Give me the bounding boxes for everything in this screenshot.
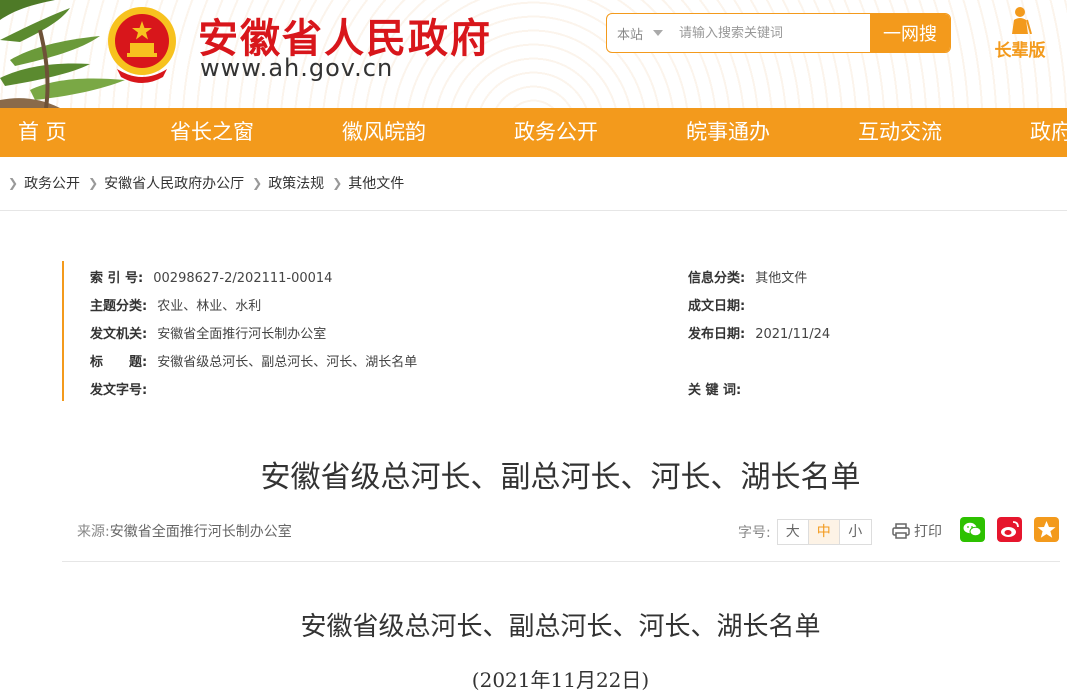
info-issuer: 发文机关: 安徽省全面推行河长制办公室 xyxy=(90,327,327,342)
search-scope-label: 本站 xyxy=(617,27,644,43)
nav-item-home[interactable]: 首 页 xyxy=(18,108,67,157)
breadcrumb: ❯ 政务公开 ❯ 安徽省人民政府办公厅 ❯ 政策法规 ❯ 其他文件 xyxy=(0,168,404,198)
font-size-medium-button[interactable]: 中 xyxy=(808,520,840,544)
divider xyxy=(62,561,1060,562)
info-doc-no: 发文字号: xyxy=(90,383,148,398)
chevron-right-icon: ❯ xyxy=(332,176,343,190)
chevron-right-icon: ❯ xyxy=(252,176,263,190)
document-info-box: 索 引 号: 00298627-2/202111-00014 主题分类: 农业、林业… xyxy=(62,261,1022,401)
nav-item-government[interactable]: 政府 xyxy=(1030,108,1067,157)
print-label: 打印 xyxy=(914,524,942,540)
article-title-wrap: 安徽省级总河长、副总河长、河长、湖长名单 xyxy=(0,452,1067,496)
breadcrumb-item[interactable]: 其他文件 xyxy=(348,173,404,193)
breadcrumb-item[interactable]: 政策法规 xyxy=(268,173,324,193)
search-button[interactable]: 一网搜 xyxy=(870,14,950,52)
info-publish-date: 发布日期: 2021/11/24 xyxy=(688,327,831,342)
info-index-no: 索 引 号: 00298627-2/202111-00014 xyxy=(90,271,333,286)
search-bar: 本站 一网搜 xyxy=(606,13,951,53)
article-source: 来源:安徽省全面推行河长制办公室 xyxy=(77,524,292,540)
favorite-button[interactable] xyxy=(1034,517,1059,542)
main-nav: 首 页 省长之窗 徽风皖韵 政务公开 皖事通办 互动交流 政府 xyxy=(0,108,1067,157)
elder-mode-label: 长辈版 xyxy=(994,41,1046,61)
nav-item-services[interactable]: 皖事通办 xyxy=(686,108,770,157)
wechat-icon xyxy=(963,522,982,537)
chevron-right-icon: ❯ xyxy=(88,176,99,190)
wechat-share-button[interactable] xyxy=(960,517,985,542)
info-title: 标 题: 安徽省级总河长、副总河长、河长、湖长名单 xyxy=(90,355,418,370)
breadcrumb-item[interactable]: 政务公开 xyxy=(24,173,80,193)
chevron-down-icon xyxy=(653,30,664,36)
font-size-control: 字号: 大 中 小 xyxy=(738,519,872,545)
nav-item-governor[interactable]: 省长之窗 xyxy=(170,108,254,157)
site-header: 安徽省人民政府 www.ah.gov.cn 本站 一网搜 长辈版 xyxy=(0,0,1067,108)
weibo-icon xyxy=(1001,521,1019,537)
print-button[interactable]: 打印 xyxy=(892,521,942,541)
info-topic: 主题分类: 农业、林业、水利 xyxy=(90,299,262,314)
search-scope-select[interactable]: 本站 xyxy=(607,14,675,52)
font-size-small-button[interactable]: 小 xyxy=(840,520,871,544)
nav-item-interaction[interactable]: 互动交流 xyxy=(858,108,942,157)
nav-item-culture[interactable]: 徽风皖韵 xyxy=(342,108,426,157)
star-icon xyxy=(1037,521,1056,538)
breadcrumb-item[interactable]: 安徽省人民政府办公厅 xyxy=(104,173,244,193)
divider xyxy=(0,210,1067,211)
printer-icon xyxy=(892,523,910,539)
nav-item-government-affairs[interactable]: 政务公开 xyxy=(514,108,598,157)
info-written-date: 成文日期: xyxy=(688,299,746,314)
body-title: 安徽省级总河长、副总河长、河长、湖长名单 xyxy=(300,612,821,642)
chevron-right-icon: ❯ xyxy=(8,176,19,190)
info-keywords: 关 键 词: xyxy=(688,383,742,398)
info-category: 信息分类: 其他文件 xyxy=(688,271,808,286)
elder-person-icon xyxy=(1012,7,1032,34)
font-size-options: 大 中 小 xyxy=(776,519,872,545)
font-size-label: 字号: xyxy=(738,525,771,541)
font-size-large-button[interactable]: 大 xyxy=(778,520,809,544)
national-emblem-icon xyxy=(108,7,176,83)
elder-mode-button[interactable]: 长辈版 xyxy=(990,6,1050,66)
article-title: 安徽省级总河长、副总河长、河长、湖长名单 xyxy=(260,460,861,495)
search-input[interactable] xyxy=(675,14,870,52)
weibo-share-button[interactable] xyxy=(997,517,1022,542)
body-date: (2021年11月22日) xyxy=(471,668,650,692)
site-url: www.ah.gov.cn xyxy=(200,54,394,82)
